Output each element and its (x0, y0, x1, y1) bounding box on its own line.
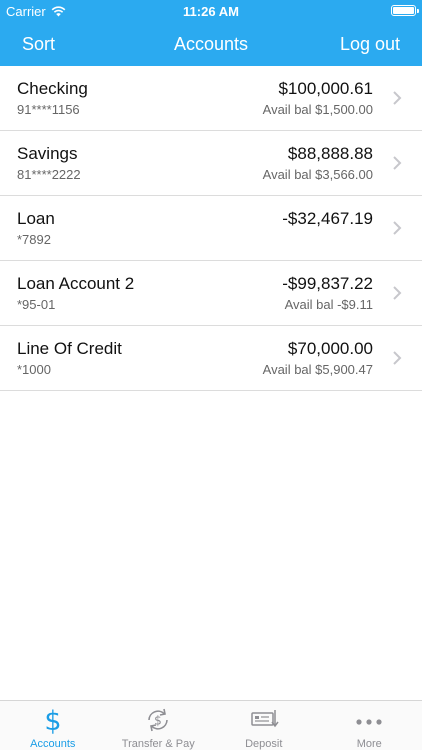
account-name: Savings (17, 144, 78, 163)
available-balance: Avail bal $1,500.00 (262, 102, 373, 117)
account-number: *95-01 (17, 297, 56, 312)
header: Carrier 11:26 AM Sort Accounts Log out (0, 0, 422, 66)
tab-more[interactable]: More (317, 701, 422, 750)
status-bar: Carrier 11:26 AM (0, 0, 422, 22)
account-number: 91****1156 (17, 102, 80, 117)
check-deposit-icon (251, 710, 279, 728)
account-number: *1000 (17, 362, 51, 377)
tab-label: Accounts (30, 738, 76, 750)
account-name: Loan (17, 209, 55, 228)
available-balance: Avail bal -$9.11 (284, 297, 373, 312)
account-list: Checking 91****1156 $100,000.61 Avail ba… (0, 66, 422, 391)
tab-accounts[interactable]: $ Accounts (0, 701, 106, 750)
tab-deposit[interactable]: Deposit (211, 701, 317, 750)
tab-bar: $ Accounts $ Transfer & Pay Deposit More (0, 700, 422, 750)
account-name: Loan Account 2 (17, 274, 135, 293)
account-row-loan[interactable]: Loan *7892 -$32,467.19 (0, 196, 422, 261)
account-number: *7892 (17, 232, 51, 247)
chevron-right-icon (393, 286, 402, 300)
chevron-right-icon (393, 221, 402, 235)
clock: 11:26 AM (183, 4, 239, 19)
chevron-right-icon (393, 156, 402, 170)
account-row-loan-account-2[interactable]: Loan Account 2 *95-01 -$99,837.22 Avail … (0, 261, 422, 326)
account-number: 81****2222 (17, 167, 81, 182)
account-row-checking[interactable]: Checking 91****1156 $100,000.61 Avail ba… (0, 66, 422, 131)
svg-text:$: $ (44, 706, 61, 735)
more-dots-icon (356, 719, 382, 725)
nav-bar: Sort Accounts Log out (0, 22, 422, 66)
account-balance: $70,000.00 (287, 339, 373, 358)
dollar-icon: $ (44, 706, 61, 735)
tab-label: Transfer & Pay (121, 738, 195, 750)
account-balance: -$99,837.22 (282, 274, 373, 293)
account-name: Checking (17, 79, 88, 98)
account-row-line-of-credit[interactable]: Line Of Credit *1000 $70,000.00 Avail ba… (0, 326, 422, 391)
svg-text:$: $ (154, 714, 162, 728)
account-balance: -$32,467.19 (282, 209, 373, 228)
tab-label: Deposit (245, 738, 283, 750)
account-balance: $100,000.61 (278, 79, 373, 98)
chevron-right-icon (393, 91, 402, 105)
logout-button[interactable]: Log out (340, 34, 400, 55)
available-balance: Avail bal $3,566.00 (262, 167, 373, 182)
account-balance: $88,888.88 (287, 144, 373, 163)
available-balance: Avail bal $5,900.47 (262, 362, 373, 377)
account-name: Line Of Credit (17, 339, 122, 358)
battery-icon (391, 5, 419, 16)
account-row-savings[interactable]: Savings 81****2222 $88,888.88 Avail bal … (0, 131, 422, 196)
tab-label: More (356, 738, 382, 750)
chevron-right-icon (393, 351, 402, 365)
tab-transfer-pay[interactable]: $ Transfer & Pay (106, 701, 212, 750)
transfer-icon: $ (148, 708, 169, 732)
